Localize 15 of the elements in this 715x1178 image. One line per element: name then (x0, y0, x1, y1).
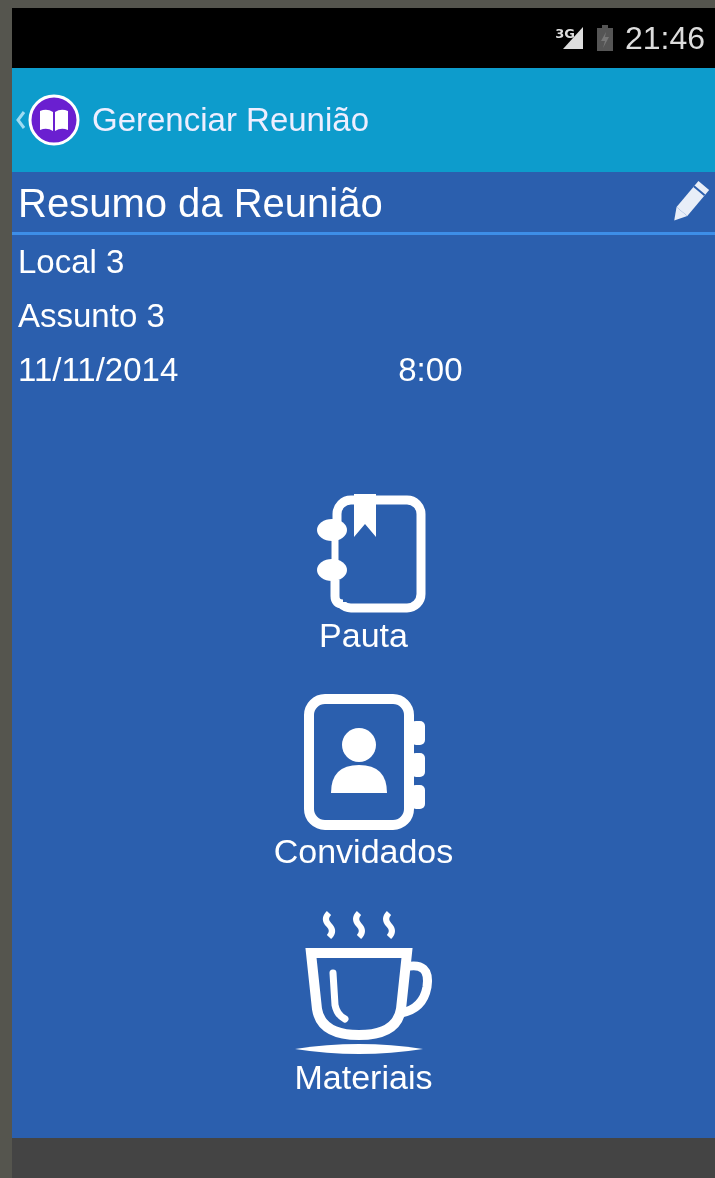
section-title: Resumo da Reunião (18, 180, 383, 226)
clock-time: 21:46 (624, 19, 705, 57)
network-type-label: 3G (555, 26, 575, 41)
screen-title: Gerenciar Reunião (92, 101, 369, 139)
book-icon (28, 94, 80, 146)
date-text: 11/11/2014 (17, 350, 179, 390)
location-text: Local 3 (17, 242, 126, 282)
menu-item[interactable]: Materiais (288, 909, 439, 1095)
menu-item[interactable]: Pauta (298, 492, 429, 653)
back-button[interactable] (16, 94, 80, 146)
chevron-left-icon (16, 110, 26, 130)
battery-icon (596, 25, 613, 51)
time-text: 8:00 (397, 350, 463, 390)
menu-item[interactable]: Convidados (273, 693, 454, 869)
subject-text: Assunto 3 (17, 296, 166, 336)
